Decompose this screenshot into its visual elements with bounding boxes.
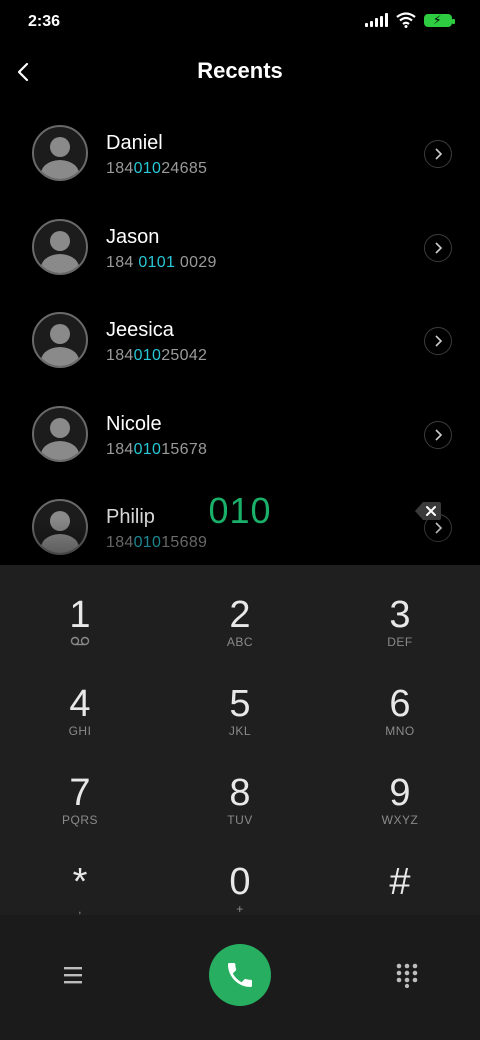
key-8[interactable]: 8 TUV [180, 771, 300, 851]
contact-details-button[interactable] [424, 140, 452, 168]
avatar [32, 312, 88, 368]
contact-number: 184 0101 0029 [106, 253, 217, 271]
dialpad-icon[interactable] [394, 962, 420, 988]
battery-charging-icon: ⚡ [424, 13, 455, 27]
key-9[interactable]: 9 WXYZ [340, 771, 460, 851]
key-6[interactable]: 6 MNO [340, 682, 460, 762]
app-header: Recents [0, 44, 480, 100]
contact-number: 18401015689 [106, 534, 208, 551]
contact-name: Nicole [106, 412, 162, 435]
contact-details-button[interactable] [424, 233, 452, 262]
chevron-right-icon [435, 148, 443, 160]
contact-number: 18401024685 [106, 160, 208, 177]
dialed-number: 010 [208, 490, 272, 531]
dialpad: 1 2 ABC 3 DEF 4 GHI 5 JKL 6 MNO 7 PQRS 8… [0, 565, 480, 916]
contact-number: 18401025042 [106, 347, 208, 364]
call-button[interactable] [209, 944, 271, 1006]
avatar [32, 405, 88, 462]
wifi-icon [396, 12, 416, 28]
contact-name: Daniel [106, 132, 163, 154]
list-item[interactable]: Nicole 18401015678 [0, 389, 480, 483]
chevron-right-icon [435, 335, 443, 347]
menu-icon[interactable] [58, 963, 88, 987]
status-icons: ⚡ [365, 12, 455, 28]
bottom-bar [0, 915, 480, 1040]
backspace-icon[interactable] [414, 500, 442, 522]
contact-details-button[interactable] [424, 327, 452, 355]
key-7[interactable]: 7 PQRS [20, 771, 140, 851]
status-bar: 2:36 ⚡ [0, 0, 480, 44]
contact-name: Jason [106, 225, 160, 248]
contact-number: 18401015678 [106, 440, 208, 458]
chevron-right-icon [435, 241, 443, 254]
phone-icon [228, 963, 252, 987]
status-time: 2:36 [28, 13, 61, 30]
signal-icon [365, 13, 388, 27]
page-title: Recents [197, 58, 283, 83]
voicemail-icon [20, 635, 140, 649]
key-4[interactable]: 4 GHI [20, 682, 140, 762]
key-5[interactable]: 5 JKL [180, 682, 300, 762]
avatar [32, 218, 88, 275]
list-item[interactable]: Daniel 18401024685 [0, 108, 480, 202]
list-item[interactable]: Jason 184 0101 0029 [0, 202, 480, 296]
contact-details-button[interactable] [424, 420, 452, 449]
chevron-right-icon [435, 428, 443, 441]
contact-name: Jeesica [106, 319, 174, 341]
avatar [32, 125, 88, 181]
list-item[interactable]: Jeesica 18401025042 [0, 295, 480, 389]
key-3[interactable]: 3 DEF [340, 593, 460, 673]
key-2[interactable]: 2 ABC [180, 593, 300, 673]
key-1[interactable]: 1 [20, 593, 140, 673]
